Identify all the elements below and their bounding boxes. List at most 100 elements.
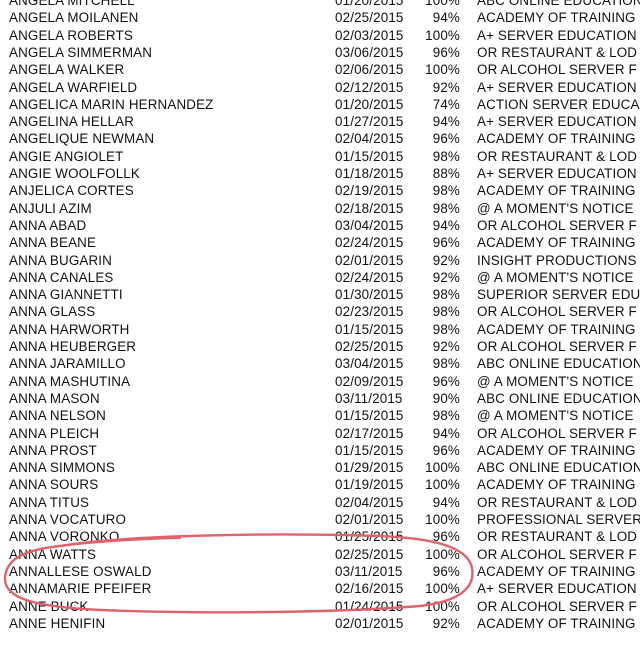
score-cell: 98% [432,408,460,424]
name-cell: ANNA WATTS [9,546,97,562]
name-cell: ANGELA WARFIELD [9,79,138,95]
score-cell: 94% [432,425,460,441]
score-cell: 100% [425,62,460,78]
date-cell: 01/30/2015 [335,287,404,303]
date-cell: 02/16/2015 [335,581,404,597]
provider-cell: A+ SERVER EDUCATION [477,79,637,95]
score-cell: 100% [425,546,460,562]
table-row: ANNE HENIFIN 02/01/2015 92% ACADEMY OF TRAI… [0,615,640,632]
score-cell: 92% [432,252,460,268]
provider-cell: ACADEMY OF TRAINING [477,615,636,631]
provider-cell: ACADEMY OF TRAINING [477,563,636,579]
table-row: ANGELINA HELLAR 01/27/2015 94% A+ SERVER ED… [0,113,640,130]
score-cell: 100% [425,512,460,527]
provider-cell: SUPERIOR SERVER EDU [477,287,640,303]
date-cell: 03/06/2015 [335,44,404,60]
name-cell: ANNE BUCK [9,598,89,614]
name-cell: ANNA SOURS [9,477,99,493]
table-row: ANGELA ROBERTS 02/03/2015 100% A+ SERVER ED… [0,27,640,44]
table-row: ANGELA WALKER 02/06/2015 100% OR ALCOHOL SE… [0,61,640,78]
name-cell: ANGELICA MARIN HERNANDEZ [9,96,214,112]
date-cell: 03/04/2015 [335,356,404,372]
date-cell: 02/18/2015 [335,200,404,216]
name-cell: ANGELINA HELLAR [9,114,135,130]
date-cell: 02/25/2015 [335,339,404,354]
date-cell: 03/11/2015 [335,563,403,579]
table-row: ANGELIQUE NEWMAN 02/04/2015 96% ACADEMY OF … [0,130,640,147]
table-row: ANGIE WOOLFOLLK 01/18/2015 88% A+ SERVER ED… [0,165,640,182]
provider-cell: ACADEMY OF TRAINING [477,10,636,26]
table-row: ANNA MASHUTINA 02/09/2015 96% @ A MOMENT'S … [0,373,640,390]
name-cell: ANGELA ROBERTS [9,27,133,43]
table-row: ANGELA SIMMERMAN 03/06/2015 96% OR RESTAURA… [0,44,640,61]
name-cell: ANNA ABAD [9,217,87,233]
score-cell: 96% [432,44,460,60]
date-cell: 02/01/2015 [335,615,404,631]
date-cell: 02/04/2015 [335,494,404,510]
provider-cell: ACADEMY OF TRAINING [477,321,636,337]
table-row: ANNA ABAD 03/04/2015 94% OR ALCOHOL SERVER … [0,217,640,234]
score-cell: 94% [432,114,460,130]
name-cell: ANGELA SIMMERMAN [9,44,153,60]
name-cell: ANNA TITUS [9,494,90,510]
date-cell: 01/15/2015 [335,321,404,337]
table-row: ANNA GLASS 02/23/2015 98% OR ALCOHOL SERVER… [0,303,640,320]
score-cell: 100% [425,0,460,8]
name-cell: ANNA NELSON [9,408,106,424]
table-row: ANGIE ANGIOLET 01/15/2015 98% OR RESTAURANT… [0,148,640,165]
date-cell: 01/15/2015 [335,148,404,164]
date-cell: 01/20/2015 [335,96,404,112]
date-cell: 01/27/2015 [335,114,404,130]
score-cell: 88% [432,166,460,181]
name-cell: ANNA BEANE [9,235,97,251]
name-cell: ANNA JARAMILLO [9,356,126,372]
provider-cell: INSIGHT PRODUCTIONS [477,252,637,268]
score-cell: 96% [432,442,460,458]
score-cell: 92% [432,615,460,631]
date-cell: 02/23/2015 [335,304,404,320]
table-row: ANNA MASON 03/11/2015 90% ABC ONLINE EDUCAT… [0,390,640,407]
date-cell: 01/20/2015 [335,0,404,8]
score-cell: 98% [432,148,460,164]
score-cell: 90% [432,390,460,406]
table-row: ANJULI AZIM 02/18/2015 98% @ A MOMENT'S NOT… [0,200,640,217]
score-cell: 94% [432,217,460,233]
date-cell: 02/01/2015 [335,252,404,268]
name-cell: ANNA HEUBERGER [9,339,137,354]
provider-cell: ACADEMY OF TRAINING [477,131,636,147]
score-cell: 98% [432,287,460,303]
provider-cell: ACADEMY OF TRAINING [477,183,636,199]
table-row: ANNA VORONKO 01/25/2015 96% OR RESTAURANT &… [0,528,640,545]
name-cell: ANNA MASHUTINA [9,373,131,389]
name-cell: ANNE HENIFIN [9,615,106,631]
date-cell: 02/06/2015 [335,62,404,78]
score-cell: 98% [432,200,460,216]
date-cell: 01/15/2015 [335,408,404,424]
date-cell: 03/11/2015 [335,390,403,406]
date-cell: 02/25/2015 [335,10,404,26]
provider-cell: @ A MOMENT'S NOTICE [477,408,634,424]
date-cell: 02/24/2015 [335,269,404,285]
name-cell: ANNA PLEICH [9,425,100,441]
table-row: ANNA HARWORTH 01/15/2015 98% ACADEMY OF TRA… [0,321,640,338]
provider-cell: ACADEMY OF TRAINING [477,235,636,251]
score-cell: 96% [432,373,460,389]
date-cell: 02/24/2015 [335,235,404,251]
table-row: ANNA PLEICH 02/17/2015 94% OR ALCOHOL SERVE… [0,425,640,442]
table-row: ANNA VOCATURO 02/01/2015 100% PROFESSIONAL … [0,511,640,528]
date-cell: 02/19/2015 [335,183,404,199]
score-cell: 96% [432,131,460,147]
score-cell: 100% [425,27,460,43]
name-cell: ANNA BUGARIN [9,252,112,268]
date-cell: 02/01/2015 [335,512,404,527]
table-row: ANNA BUGARIN 02/01/2015 92% INSIGHT PRODUCT… [0,252,640,269]
table-row: ANNA SIMMONS 01/29/2015 100% ABC ONLINE EDU… [0,459,640,476]
score-cell: 96% [432,563,460,579]
date-cell: 02/03/2015 [335,27,404,43]
name-cell: ANGIE ANGIOLET [9,148,124,164]
provider-cell: OR ALCOHOL SERVER F [477,546,637,562]
name-cell: ANNA CANALES [9,269,114,285]
table-row: ANGELICA MARIN HERNANDEZ 01/20/2015 74% ACT… [0,96,640,113]
score-cell: 100% [425,460,460,476]
date-cell: 03/04/2015 [335,217,404,233]
